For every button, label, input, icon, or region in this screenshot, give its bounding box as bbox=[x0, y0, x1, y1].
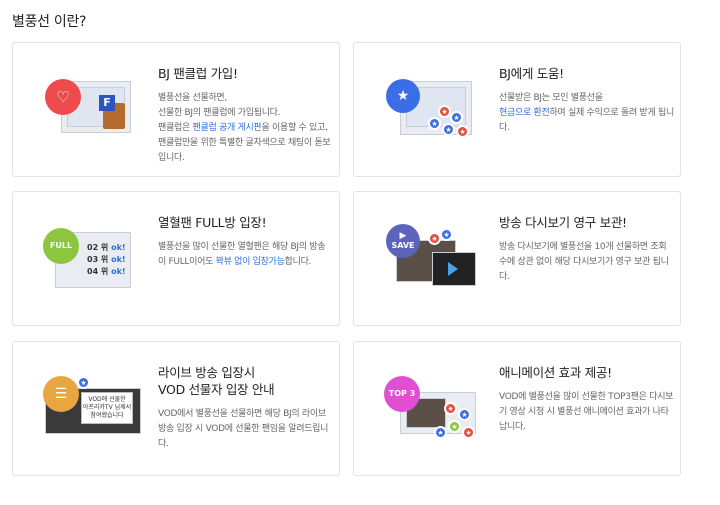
desc-text: 선물한 BJ의 팬클럽에 가입됩니다. bbox=[158, 108, 281, 118]
desc-text: 별풍선을 선물하면, bbox=[158, 93, 227, 103]
balloon-star-icon: ★ bbox=[434, 426, 447, 439]
balloon-star-icon: ★ bbox=[444, 402, 457, 415]
card-description: 별풍선을 많이 선물한 열혈팬은 해당 BJ의 방송이 FULL이어도 꽉뷰 없… bbox=[158, 240, 333, 270]
full-room-illustration: FULL 02 위 ok! 03 위 ok! 04 위 ok! bbox=[41, 222, 141, 294]
page-title: 별풍선 이란? bbox=[12, 14, 87, 30]
balloon-star-icon: ★ bbox=[456, 125, 469, 138]
balloon-star-icon: ★ bbox=[428, 117, 441, 130]
desc-text: VOD에서 별풍선을 선물하면 해당 BJ의 라이브 방송 입장 시 VOD에 … bbox=[158, 409, 329, 449]
full-badge-icon: FULL bbox=[43, 228, 79, 264]
highlight-link[interactable]: 팬클럽 공개 게시판 bbox=[192, 123, 261, 133]
balloon-star-icon: ★ bbox=[462, 426, 475, 439]
balloon-star-icon: ★ bbox=[448, 420, 461, 433]
animation-illustration: TOP 3 ★ ★ ★ ★ ★ bbox=[382, 372, 482, 444]
replay-illustration: ▶ SAVE ★ ★ bbox=[382, 222, 482, 294]
card-title: 라이브 방송 입장시 VOD 선물자 입장 안내 bbox=[158, 365, 275, 397]
card-help-bj: ★ ★ ★ ★ ★ ★ BJ에게 도움! 선물받은 BJ는 모인 별풍선을현금으… bbox=[353, 42, 681, 177]
star-badge-icon: ★ bbox=[386, 79, 420, 113]
card-title: 열혈팬 FULL방 입장! bbox=[158, 215, 267, 230]
card-title: BJ 팬클럽 가입! bbox=[158, 66, 238, 81]
balloon-star-icon: ★ bbox=[77, 376, 90, 389]
save-badge-icon: ▶ SAVE bbox=[386, 224, 420, 258]
balloon-star-icon: ★ bbox=[450, 111, 463, 124]
card-title: BJ에게 도움! bbox=[499, 66, 564, 81]
desc-text: 선물받은 BJ는 모인 별풍선을 bbox=[499, 93, 603, 103]
balloon-star-icon: ★ bbox=[458, 408, 471, 421]
desc-text: VOD에 별풍선을 많이 선물한 TOP3팬은 다시보기 영상 시청 시 별풍선… bbox=[499, 392, 674, 432]
card-bj-fanclub: ♡ F BJ 팬클럽 가입! 별풍선을 선물하면, 선물한 BJ의 팬클럽에 가입… bbox=[12, 42, 340, 177]
card-full-room: FULL 02 위 ok! 03 위 ok! 04 위 ok! 열혈팬 FULL… bbox=[12, 191, 340, 326]
help-illustration: ★ ★ ★ ★ ★ ★ bbox=[382, 73, 482, 145]
card-description: VOD에 별풍선을 많이 선물한 TOP3팬은 다시보기 영상 시청 시 별풍선… bbox=[499, 390, 674, 435]
fanclub-flag-icon: F bbox=[99, 95, 115, 111]
balloon-star-icon: ★ bbox=[440, 228, 453, 241]
desc-text: 합니다. bbox=[284, 257, 312, 267]
vod-notice-popup: VOD에 선물한 아프리카TV 님께서 참여했습니다 bbox=[81, 392, 133, 424]
rank-list: 02 위 ok! 03 위 ok! 04 위 ok! bbox=[87, 243, 126, 276]
card-description: 별풍선을 선물하면, 선물한 BJ의 팬클럽에 가입됩니다. 팬클럽은 팬클럽 공개… bbox=[158, 91, 333, 166]
highlight-link[interactable]: 현금으로 환전 bbox=[499, 108, 550, 118]
fanclub-heart-icon: ♡ bbox=[45, 79, 81, 115]
card-title: 방송 다시보기 영구 보관! bbox=[499, 215, 627, 230]
balloon-star-icon: ★ bbox=[442, 123, 455, 136]
card-description: VOD에서 별풍선을 선물하면 해당 BJ의 라이브 방송 입장 시 VOD에 … bbox=[158, 407, 333, 452]
card-title: 애니메이션 효과 제공! bbox=[499, 365, 612, 380]
vod-notice-illustration: VOD에 선물한 아프리카TV 님께서 참여했습니다 ☰ ★ bbox=[41, 372, 141, 444]
top3-badge-icon: TOP 3 bbox=[384, 376, 420, 412]
fanclub-illustration: ♡ F bbox=[41, 73, 141, 145]
highlight-link[interactable]: 꽉뷰 없이 입장가능 bbox=[216, 257, 285, 267]
card-vod-notice: VOD에 선물한 아프리카TV 님께서 참여했습니다 ☰ ★ 라이브 방송 입장… bbox=[12, 341, 340, 476]
vod-chat-icon: ☰ bbox=[43, 376, 79, 412]
desc-text: 방송 다시보기에 별풍선을 10개 선물하면 조회수에 상관 없이 해당 다시보… bbox=[499, 242, 669, 282]
card-description: 방송 다시보기에 별풍선을 10개 선물하면 조회수에 상관 없이 해당 다시보… bbox=[499, 240, 674, 285]
play-icon bbox=[448, 262, 458, 276]
card-animation-effect: TOP 3 ★ ★ ★ ★ ★ 애니메이션 효과 제공! VOD에 별풍선을 많… bbox=[353, 341, 681, 476]
card-replay-archive: ▶ SAVE ★ ★ 방송 다시보기 영구 보관! 방송 다시보기에 별풍선을 … bbox=[353, 191, 681, 326]
card-description: 선물받은 BJ는 모인 별풍선을 현금으로 환전하여 실제 수익으로 돌려 받게 … bbox=[499, 91, 674, 136]
desc-text: 팬클럽은 bbox=[158, 123, 193, 133]
